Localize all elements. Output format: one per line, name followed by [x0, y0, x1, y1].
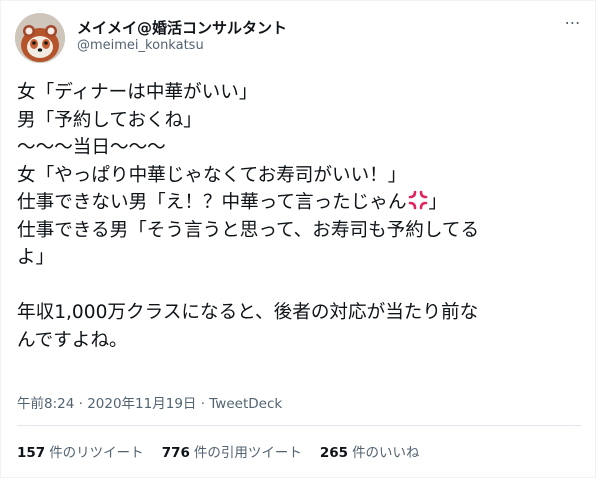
tweet-source-link[interactable]: TweetDeck [209, 396, 282, 412]
more-options-icon[interactable]: ⋯ [561, 15, 585, 31]
tweet-line: 男「予約しておくね」 [17, 109, 202, 131]
tweet-line-text: 」 [428, 192, 448, 213]
tweet-line: 〜〜〜当日〜〜〜 [17, 137, 166, 158]
quotes-label: 件の引用ツイート [193, 445, 302, 461]
meta-separator: · [74, 396, 88, 412]
engagement-stats: 157 件のリツイート 776 件の引用ツイート 265 件のいいね [17, 441, 420, 461]
tweet-date[interactable]: 2020年11月19日 [87, 396, 196, 412]
avatar[interactable] [15, 13, 65, 63]
author-display-name[interactable]: メイメイ@婚活コンサルタント [77, 17, 287, 38]
tweet-line: 仕事できない男「え！？中華って言ったじゃん」 [17, 189, 587, 217]
tweet-line: んですよね。 [17, 329, 128, 351]
retweets-count: 157 [17, 445, 46, 461]
tweet-line: 年収1,000万クラスになると、後者の対応が当たり前な [17, 302, 479, 323]
tweet-meta: 午前8:24 · 2020年11月19日 · TweetDeck [17, 392, 282, 412]
quotes-count: 776 [161, 445, 190, 461]
author-handle[interactable]: @meimei_konkatsu [77, 38, 204, 53]
likes-count: 265 [319, 445, 349, 461]
tweet-line: 女「ディナーは中華がいい」 [17, 82, 258, 103]
meta-separator: · [196, 396, 210, 412]
tweet-line: 仕事できる男「そう言うと思って、お寿司も予約してる [17, 219, 480, 241]
red-panda-avatar-image [15, 13, 65, 63]
tweet-line-text: 仕事できない男「え！？中華って言ったじゃん [17, 192, 407, 213]
retweets-label: 件のリツイート [49, 445, 144, 461]
likes-label: 件のいいね [352, 445, 420, 461]
tweet-line: よ」 [17, 247, 55, 268]
anger-emoji-icon [407, 189, 429, 211]
tweet-line: 女「やっぱり中華じゃなくてお寿司がいい！」 [17, 164, 407, 186]
tweet-time[interactable]: 午前8:24 [17, 396, 74, 412]
divider [17, 425, 581, 426]
quotes-stat[interactable]: 776 件の引用ツイート [162, 441, 302, 461]
retweets-stat[interactable]: 157 件のリツイート [17, 441, 144, 461]
likes-stat[interactable]: 265 件のいいね [320, 441, 420, 461]
tweet-card: メイメイ@婚活コンサルタント @meimei_konkatsu ⋯ 女「ディナー… [0, 0, 596, 478]
tweet-text: 女「ディナーは中華がいい」 男「予約しておくね」 〜〜〜当日〜〜〜 女「やっぱり… [17, 79, 587, 354]
